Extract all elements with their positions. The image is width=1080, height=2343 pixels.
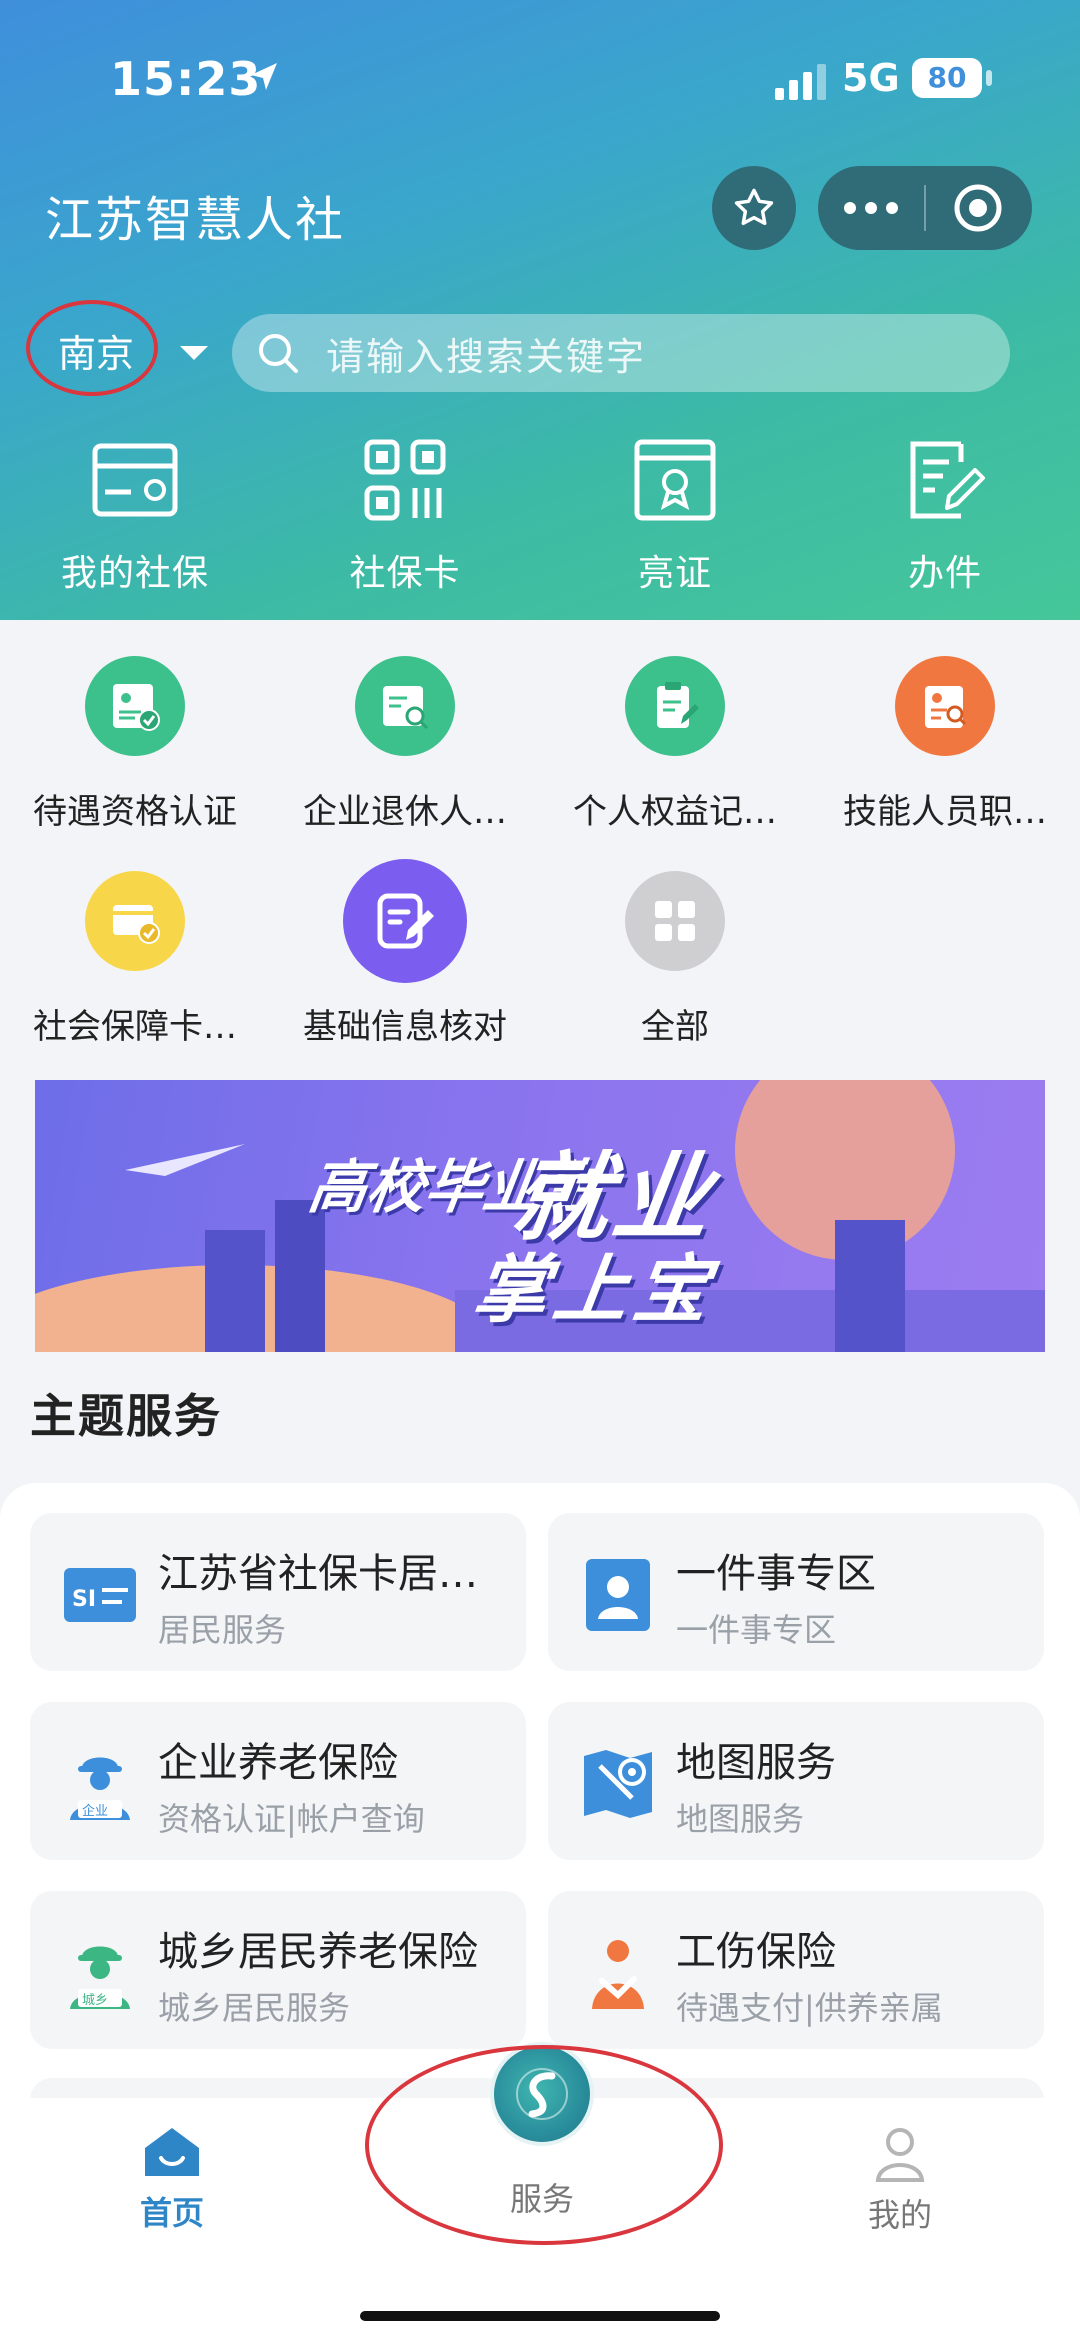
service-all[interactable]: 全部 xyxy=(540,865,810,1080)
resident-worker-icon: 城乡 xyxy=(70,1946,130,2009)
service-skilled-personnel[interactable]: 技能人员职… xyxy=(810,650,1080,865)
paper-plane-icon xyxy=(125,1144,245,1176)
service-grid: 待遇资格认证 企业退休人… 个人权益记… 技能人员职… 社会保障卡… 基础信息核… xyxy=(0,650,1080,1080)
banner-hill-shape xyxy=(35,1265,495,1352)
banner-building xyxy=(205,1230,265,1352)
annotation-circle xyxy=(365,2045,723,2245)
status-time: 15:23 xyxy=(110,52,262,106)
service-label: 企业退休人… xyxy=(303,792,507,832)
document-edit-icon xyxy=(910,441,985,519)
theme-card[interactable]: 一件事专区 一件事专区 xyxy=(548,1513,1044,1671)
home-icon xyxy=(145,2128,199,2176)
search-icon xyxy=(259,334,298,373)
person-book-icon xyxy=(586,1559,650,1631)
card-subtitle: 城乡居民服务 xyxy=(158,1989,351,2027)
quick-my-insurance[interactable]: 我的社保 xyxy=(0,430,270,600)
banner-building xyxy=(835,1220,905,1352)
tab-label: 首页 xyxy=(140,2194,205,2232)
certificate-icon xyxy=(634,439,716,521)
tab-mine[interactable]: 我的 xyxy=(868,2126,932,2236)
chevron-down-icon[interactable] xyxy=(180,346,208,360)
close-miniapp-button[interactable] xyxy=(926,166,1030,250)
service-enterprise-retiree[interactable]: 企业退休人… xyxy=(270,650,540,865)
service-social-security-card[interactable]: 社会保障卡… xyxy=(0,865,270,1080)
service-label: 技能人员职… xyxy=(843,792,1047,832)
more-button[interactable] xyxy=(818,166,924,250)
service-benefit-certification[interactable]: 待遇资格认证 xyxy=(0,650,270,865)
service-label: 个人权益记… xyxy=(573,792,777,832)
card-title: 地图服务 xyxy=(676,1740,836,1786)
service-basic-info-check[interactable]: 基础信息核对 xyxy=(270,859,540,1080)
grid-icon xyxy=(655,901,695,941)
service-label: 全部 xyxy=(641,1007,709,1047)
theme-card[interactable]: 工伤保险 待遇支付|供养亲属 xyxy=(548,1891,1044,2049)
tab-home[interactable]: 首页 xyxy=(140,2124,204,2234)
badge-text: 城乡 xyxy=(82,1993,108,2008)
app-title: 江苏智慧人社 xyxy=(45,192,346,248)
clipboard-edit-icon xyxy=(657,682,699,728)
battery-icon: 80 xyxy=(912,58,982,98)
skill-cert-search-icon xyxy=(925,686,967,728)
service-personal-rights[interactable]: 个人权益记… xyxy=(540,650,810,865)
card-title: 江苏省社保卡居… xyxy=(158,1551,478,1597)
injury-icon xyxy=(592,1940,644,2009)
wallet-card-icon xyxy=(92,443,178,517)
quick-label: 我的社保 xyxy=(60,553,209,594)
status-bar: 15:23 5G 80 xyxy=(0,0,1080,140)
card-subtitle: 待遇支付|供养亲属 xyxy=(676,1989,943,2027)
tab-label: 我的 xyxy=(868,2196,933,2234)
retiree-search-icon xyxy=(383,686,429,730)
card-title: 一件事专区 xyxy=(676,1551,876,1597)
quick-label: 社保卡 xyxy=(349,553,461,594)
favorite-button[interactable] xyxy=(712,166,796,250)
quick-label: 办件 xyxy=(907,553,982,594)
service-label: 待遇资格认证 xyxy=(33,792,237,832)
qr-code-icon xyxy=(364,439,446,521)
section-title: 主题服务 xyxy=(30,1389,222,1443)
quick-actions: 我的社保 社保卡 亮证 办件 xyxy=(0,430,1080,600)
battery-tip xyxy=(986,70,992,86)
card-subtitle: 一件事专区 xyxy=(676,1611,837,1649)
card-title: 工伤保险 xyxy=(676,1929,836,1975)
card-subtitle: 居民服务 xyxy=(158,1611,287,1649)
search-bar[interactable]: 请输入搜索关键字 xyxy=(232,314,1010,392)
theme-card[interactable]: SI 江苏省社保卡居… 居民服务 xyxy=(30,1513,526,1671)
annotation-circle xyxy=(26,300,158,396)
home-indicator xyxy=(360,2311,720,2321)
enterprise-worker-icon: 企业 xyxy=(70,1757,130,1820)
search-placeholder: 请输入搜索关键字 xyxy=(326,334,647,379)
more-dots-icon xyxy=(844,202,898,214)
theme-card[interactable]: 城乡 城乡居民养老保险 城乡居民服务 xyxy=(30,1891,526,2049)
quick-label: 亮证 xyxy=(637,553,712,594)
promo-banner[interactable]: 高校毕业生 就业 掌上宝 xyxy=(35,1080,1045,1352)
quick-social-card[interactable]: 社保卡 xyxy=(270,430,540,600)
map-pin-icon xyxy=(584,1750,652,1818)
user-icon xyxy=(875,2128,925,2182)
card-check-icon xyxy=(113,905,160,944)
miniapp-capsule xyxy=(818,166,1032,250)
badge-text: 企业 xyxy=(82,1803,108,1819)
theme-card[interactable]: 企业 企业养老保险 资格认证|帐户查询 xyxy=(30,1702,526,1860)
id-check-icon xyxy=(113,684,160,731)
signal-icon xyxy=(775,64,826,100)
edit-note-icon xyxy=(377,893,434,949)
theme-card[interactable]: 地图服务 地图服务 xyxy=(548,1702,1044,1860)
card-subtitle: 地图服务 xyxy=(676,1800,805,1838)
card-title: 企业养老保险 xyxy=(158,1740,398,1786)
svg-text:SI: SI xyxy=(72,1587,96,1612)
banner-title-line3: 掌上宝 xyxy=(468,1247,721,1333)
location-arrow-icon xyxy=(251,63,277,90)
network-type: 5G xyxy=(842,56,900,100)
quick-show-certificate[interactable]: 亮证 xyxy=(540,430,810,600)
card-title: 城乡居民养老保险 xyxy=(158,1929,478,1975)
service-label: 社会保障卡… xyxy=(33,1007,237,1047)
card-subtitle: 资格认证|帐户查询 xyxy=(158,1800,425,1838)
social-card-icon: SI xyxy=(64,1568,136,1622)
quick-handle-case[interactable]: 办件 xyxy=(810,430,1080,600)
target-close-icon xyxy=(954,184,1002,232)
star-icon xyxy=(734,188,774,226)
service-label: 基础信息核对 xyxy=(303,1007,507,1047)
